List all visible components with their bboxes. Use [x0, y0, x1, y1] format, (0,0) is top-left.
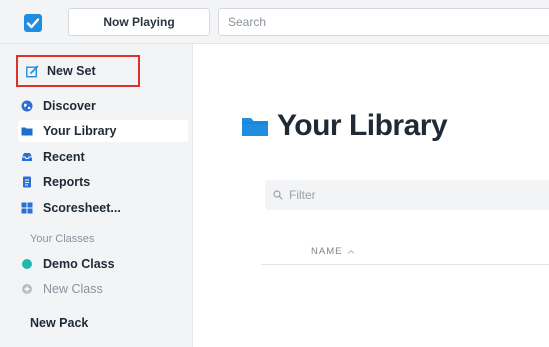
top-bar: Now Playing — [0, 0, 549, 44]
sidebar-item-label: Discover — [43, 99, 96, 113]
sidebar-item-your-library[interactable]: Your Library — [18, 120, 188, 142]
folder-icon — [241, 114, 269, 138]
sidebar: New Set Discover Your Library Recent Rep… — [0, 44, 193, 347]
new-set-label: New Set — [47, 64, 96, 78]
your-classes-heading: Your Classes — [30, 233, 95, 245]
filter-input[interactable] — [289, 188, 529, 202]
sidebar-item-label: Reports — [43, 175, 91, 189]
now-playing-button[interactable]: Now Playing — [68, 8, 210, 36]
sidebar-item-label: Your Library — [43, 124, 117, 138]
search-box[interactable] — [218, 8, 549, 36]
column-header-label: NAME — [311, 246, 343, 257]
sidebar-item-label: Recent — [43, 150, 85, 164]
filter-box[interactable] — [265, 180, 549, 210]
search-icon — [273, 190, 283, 200]
sort-ascending-icon — [347, 248, 355, 256]
report-icon — [21, 176, 33, 188]
teal-dot-icon — [21, 258, 33, 270]
sidebar-item-discover[interactable]: Discover — [18, 95, 188, 117]
sidebar-item-reports[interactable]: Reports — [18, 171, 188, 193]
inbox-icon — [21, 151, 33, 163]
edit-icon — [26, 65, 39, 78]
sidebar-item-new-class[interactable]: New Class — [18, 278, 188, 300]
page-title-text: Your Library — [277, 109, 448, 142]
sidebar-item-label: New Class — [43, 282, 103, 296]
name-column-header[interactable]: NAME — [311, 246, 355, 257]
sidebar-item-recent[interactable]: Recent — [18, 146, 188, 168]
page-title: Your Library — [241, 109, 448, 143]
new-pack-button[interactable]: New Pack — [30, 316, 88, 330]
sidebar-item-demo-class[interactable]: Demo Class — [18, 253, 188, 275]
checkbox-logo-icon[interactable] — [24, 14, 42, 32]
search-input[interactable] — [219, 9, 549, 35]
plus-circle-icon — [21, 283, 33, 295]
sidebar-item-scoresheet[interactable]: Scoresheet... — [18, 197, 188, 219]
sidebar-item-label: Demo Class — [43, 257, 115, 271]
main-content: Your Library NAME — [193, 44, 549, 347]
grid-icon — [21, 202, 33, 214]
sidebar-item-label: Scoresheet... — [43, 201, 121, 215]
globe-icon — [21, 100, 33, 112]
folder-icon — [21, 125, 33, 137]
table-divider — [261, 264, 549, 265]
new-set-button[interactable]: New Set — [16, 55, 140, 87]
